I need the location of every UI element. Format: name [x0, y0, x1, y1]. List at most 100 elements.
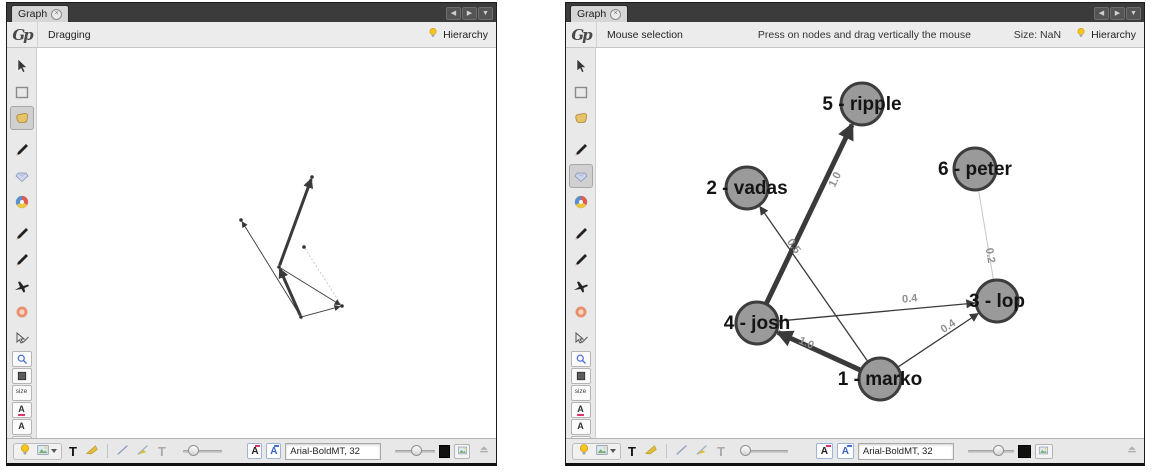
node-label-color-button[interactable]: A [816, 443, 833, 459]
center-graph-button[interactable] [571, 368, 591, 384]
hierarchy-toggle[interactable]: Hierarchy [1075, 27, 1136, 42]
heat-map-tool[interactable] [569, 300, 593, 324]
desktop: Graph × ◀ ▶ ▼ Gp Dragging Hierarchy siz [0, 0, 1152, 475]
direct-selection-tool[interactable] [10, 54, 34, 78]
edge-weight-label: 0.5 [784, 237, 803, 256]
edge-label-color-button[interactable]: A [266, 443, 281, 459]
background-color-button[interactable] [17, 443, 33, 460]
tab-close-icon[interactable]: × [51, 9, 62, 20]
label-attributes-button[interactable] [454, 444, 470, 459]
tab-graph[interactable]: Graph × [11, 5, 69, 22]
label-size-button[interactable]: A [12, 419, 32, 435]
resize-button[interactable]: size [571, 385, 591, 401]
tab-scroll-right-button[interactable]: ▶ [462, 7, 477, 20]
screenshot-button[interactable] [594, 443, 617, 460]
edge-pencil-tool[interactable] [10, 248, 34, 272]
brush-tool[interactable] [10, 190, 34, 214]
show-node-labels-button[interactable]: T [625, 444, 639, 459]
center-graph-button[interactable] [12, 368, 32, 384]
graph-svg[interactable]: 0.20.40.40.51.01.05 - ripple2 - vadas6 -… [596, 48, 1144, 438]
graph-node-lop[interactable] [340, 304, 344, 308]
slider-knob [411, 445, 422, 456]
sizer-tool[interactable] [10, 164, 34, 188]
background-color-button[interactable] [576, 443, 592, 460]
shortest-path-tool[interactable] [10, 274, 34, 298]
label-size-slider[interactable] [395, 445, 435, 457]
edge-color-mode-button[interactable] [135, 443, 151, 460]
sizer-tool[interactable] [569, 164, 593, 188]
node-label-color-button[interactable]: A [247, 443, 262, 459]
label-attributes-button[interactable] [1035, 444, 1053, 459]
label-color-button[interactable]: A [12, 402, 32, 418]
direct-selection-tool[interactable] [569, 54, 593, 78]
edge-pencil-tool[interactable] [569, 248, 593, 272]
tab-label: Graph [577, 8, 606, 20]
node-label-peter: 6 - peter [938, 159, 1013, 180]
graph-window-left: Graph × ◀ ▶ ▼ Gp Dragging Hierarchy siz [6, 2, 497, 466]
show-edge-labels-button[interactable] [84, 443, 100, 460]
graph-node-peter[interactable] [302, 245, 306, 249]
show-edge-labels-button[interactable] [643, 443, 659, 460]
bottom-toolbar: T T A A Arial-BoldMT, 32 [7, 438, 496, 463]
label-size-slider[interactable] [968, 445, 1014, 457]
hierarchy-toggle[interactable]: Hierarchy [427, 27, 488, 42]
edge-color-mode-button[interactable] [694, 443, 710, 460]
node-label-josh: 4 - josh [724, 313, 791, 334]
painter-tool[interactable] [10, 138, 34, 162]
edge-label-color-button[interactable]: A [837, 443, 854, 459]
tab-nav: ◀ ▶ ▼ [1094, 7, 1141, 20]
heat-map-tool[interactable] [10, 300, 34, 324]
edge-weight-slider[interactable] [183, 445, 223, 457]
show-edges-button[interactable] [115, 443, 131, 460]
screenshot-dropdown-icon [51, 449, 57, 453]
graph-svg[interactable] [37, 48, 496, 438]
default-color-button[interactable] [439, 445, 450, 458]
collapse-toolbar-icon[interactable] [478, 442, 490, 460]
rectangle-selection-tool[interactable] [10, 80, 34, 104]
drag-tool[interactable] [569, 106, 593, 130]
status-hint-text: Press on nodes and drag vertically the m… [758, 29, 971, 41]
resize-button[interactable]: size [12, 385, 32, 401]
graph-canvas[interactable] [37, 48, 496, 438]
graph-node-vadas[interactable] [239, 218, 243, 222]
graph-node-marko[interactable] [299, 315, 303, 319]
graph-edge-marko-josh [778, 333, 861, 371]
graph-canvas[interactable]: 0.20.40.40.51.01.05 - ripple2 - vadas6 -… [596, 48, 1144, 438]
tab-scroll-right-button[interactable]: ▶ [1110, 7, 1125, 20]
graph-edge-josh-ripple [280, 179, 312, 265]
edge-weight-slider[interactable] [742, 445, 788, 457]
show-node-labels-button[interactable]: T [66, 444, 80, 459]
reset-zoom-button[interactable] [571, 351, 591, 367]
tab-close-icon[interactable]: × [610, 9, 621, 20]
node-pencil-tool[interactable] [10, 222, 34, 246]
text-size-mode-button[interactable]: T [155, 444, 169, 459]
graph-node-ripple[interactable] [310, 175, 314, 179]
font-field[interactable]: Arial-BoldMT, 32 [285, 443, 381, 460]
graph-node-josh[interactable] [277, 265, 281, 269]
text-size-mode-button[interactable]: T [714, 444, 728, 459]
font-field[interactable]: Arial-BoldMT, 32 [858, 443, 954, 460]
screenshot-button[interactable] [35, 443, 58, 460]
tab-list-button[interactable]: ▼ [1126, 7, 1141, 20]
tab-list-button[interactable]: ▼ [478, 7, 493, 20]
painter-tool[interactable] [569, 138, 593, 162]
node-pencil-tool[interactable] [569, 222, 593, 246]
shortest-path-tool[interactable] [569, 274, 593, 298]
tab-scroll-left-button[interactable]: ◀ [1094, 7, 1109, 20]
edge-influence-tool[interactable] [10, 326, 34, 350]
graph-edge-marko-lop [897, 314, 977, 368]
tab-graph[interactable]: Graph × [570, 5, 628, 22]
tab-scroll-left-button[interactable]: ◀ [446, 7, 461, 20]
drag-tool[interactable] [10, 106, 34, 130]
collapse-toolbar-icon[interactable] [1126, 442, 1138, 460]
label-size-button[interactable]: A [571, 419, 591, 435]
edge-influence-tool[interactable] [569, 326, 593, 350]
slider-knob [188, 445, 199, 456]
size-label: Size: NaN [1014, 29, 1061, 41]
rectangle-selection-tool[interactable] [569, 80, 593, 104]
label-color-button[interactable]: A [571, 402, 591, 418]
brush-tool[interactable] [569, 190, 593, 214]
show-edges-button[interactable] [674, 443, 690, 460]
reset-zoom-button[interactable] [12, 351, 32, 367]
default-color-button[interactable] [1018, 445, 1031, 458]
